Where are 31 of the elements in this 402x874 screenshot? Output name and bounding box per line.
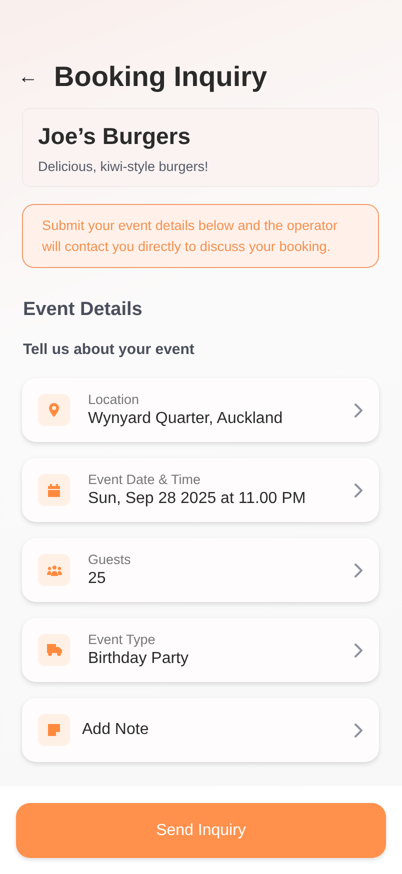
field-label: Guests bbox=[88, 550, 132, 568]
page-title: Booking Inquiry bbox=[54, 60, 268, 94]
section-subtitle: Tell us about your event bbox=[23, 340, 196, 360]
back-button[interactable]: ← bbox=[18, 66, 38, 87]
chevron-right-icon bbox=[354, 642, 363, 658]
people-icon bbox=[38, 554, 70, 586]
truck-icon bbox=[38, 634, 70, 666]
event-detail-row[interactable]: Event Date & Time Sun, Sep 28 2025 at 11.00 PM bbox=[22, 458, 379, 522]
event-detail-row[interactable]: Guests 25 bbox=[22, 538, 379, 602]
pin-icon bbox=[38, 394, 70, 426]
event-detail-row[interactable]: Location Wynyard Quarter, Auckland bbox=[22, 378, 379, 442]
chevron-right-icon bbox=[354, 402, 363, 418]
chevron-right-icon bbox=[354, 482, 363, 498]
event-detail-row[interactable]: Event Type Birthday Party bbox=[22, 618, 379, 682]
field-label: Location bbox=[88, 390, 140, 408]
chevron-right-icon bbox=[354, 722, 363, 738]
calendar-icon bbox=[38, 474, 70, 506]
vendor-tagline: Delicious, kiwi-style burgers! bbox=[38, 158, 210, 176]
field-label: Event Type bbox=[88, 630, 156, 648]
event-detail-row[interactable]: Add Note bbox=[22, 698, 379, 762]
field-value: 25 bbox=[88, 568, 107, 589]
field-value: Wynyard Quarter, Auckland bbox=[88, 408, 284, 429]
section-title: Event Details bbox=[23, 298, 144, 322]
vendor-name: Joe’s Burgers bbox=[38, 122, 192, 151]
field-value: Sun, Sep 28 2025 at 11.00 PM bbox=[88, 488, 307, 509]
chevron-right-icon bbox=[354, 562, 363, 578]
action-label: Add Note bbox=[82, 720, 150, 740]
info-notice: Submit your event details below and the operator will contact you directly to discuss your booking. bbox=[22, 204, 379, 268]
field-label: Event Date & Time bbox=[88, 470, 202, 488]
note-icon bbox=[38, 714, 70, 746]
field-value: Birthday Party bbox=[88, 648, 190, 669]
